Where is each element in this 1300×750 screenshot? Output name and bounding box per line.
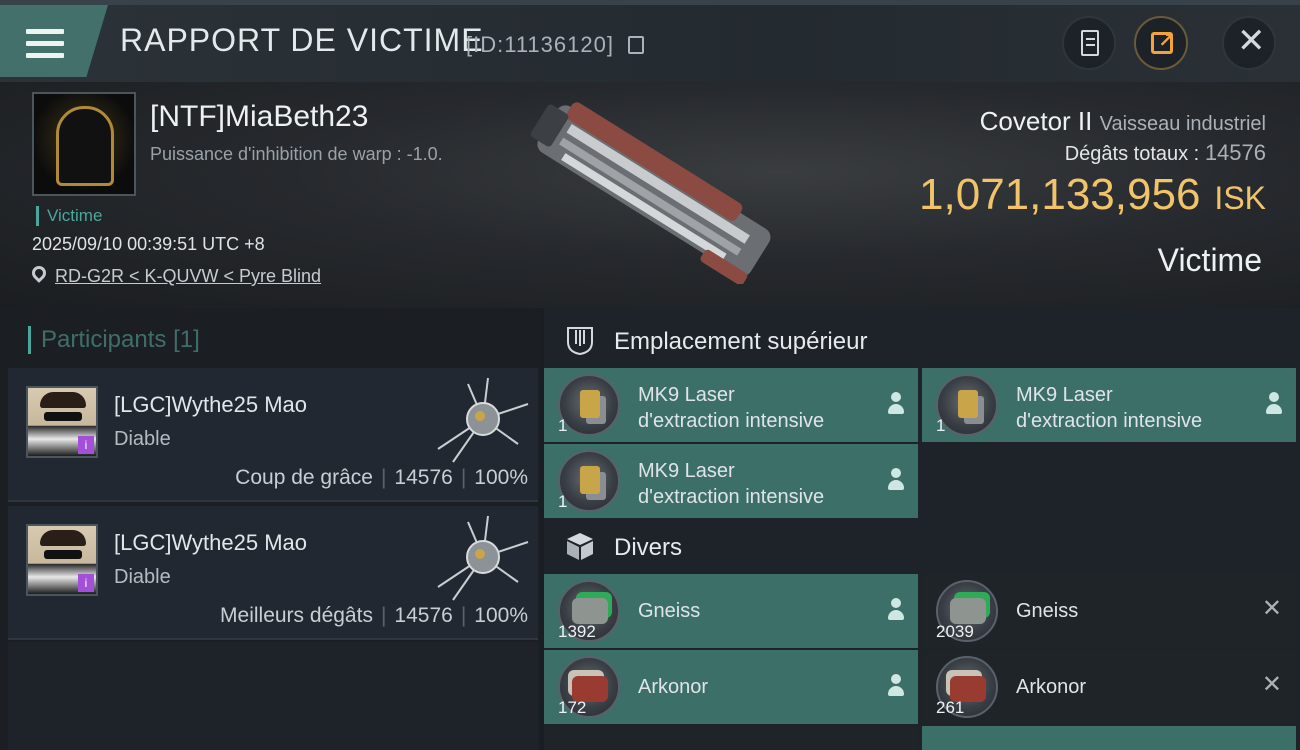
participant-ship: Diable [114,428,171,450]
menu-icon [26,29,64,59]
item-quantity: 1 [558,416,568,435]
cargo-item[interactable]: 2039 Gneiss ✕ [922,574,1296,648]
item-quantity: 1 [936,416,946,435]
ship-name: Covetor II Vaisseau industriel [980,106,1266,137]
participant-role: Meilleurs dégâts [220,604,373,627]
participant-name[interactable]: [LGC]Wythe25 Mao [114,392,307,418]
security-badge-icon: i [78,574,94,592]
report-id: [ID:11136120] [466,32,614,57]
victim-name[interactable]: [NTF]MiaBeth23 [150,100,368,134]
location-link[interactable]: RD-G2R < K-QUVW < Pyre Blind [55,266,321,287]
kill-datetime: 2025/09/10 00:39:51 UTC +8 [32,234,265,254]
menu-button[interactable] [0,5,108,77]
ship-class: Vaisseau industriel [1099,113,1266,135]
x-icon: ✕ [1261,595,1282,622]
isk-value: 1,071,133,956 ISK [919,170,1266,220]
item-name: Arkonor [1016,676,1087,698]
misc-section-header: Divers [544,518,1300,578]
item-quantity: 2039 [936,622,974,641]
cargo-box-icon [567,533,593,560]
item-name: MK9 Laser d'extraction intensive [638,460,825,508]
close-icon: ✕ [1237,22,1266,60]
avatar[interactable]: i [26,524,98,596]
total-damage-label: Dégâts totaux : [1064,143,1200,165]
participant-card[interactable]: i [LGC]Wythe25 Mao Diable Coup de grâce |… [8,368,538,502]
high-slot-icon [567,327,593,356]
participants-heading: Participants [1] [28,326,200,354]
participants-label: Participants [41,326,167,353]
participant-percent: 100% [474,604,528,627]
total-damage-value: 14576 [1204,140,1266,165]
fitting-panel: Emplacement supérieur 1 MK9 Laser d'extra… [544,308,1300,750]
victim-avatar[interactable] [32,92,136,196]
close-button[interactable]: ✕ [1222,16,1276,70]
cargo-item-partial[interactable] [544,726,918,750]
victim-tag: Victime [36,206,102,226]
participant-card[interactable]: i [LGC]Wythe25 Mao Diable Meilleurs dégâ… [8,506,538,640]
item-name: Arkonor [638,676,709,698]
location-pin-icon [29,263,49,283]
ship-type[interactable]: Covetor II [980,106,1093,136]
participant-role: Coup de grâce [235,466,373,489]
participant-damage: 14576 [394,604,453,627]
cargo-item-partial[interactable] [922,726,1296,750]
cargo-item[interactable]: 172 Arkonor [544,650,918,724]
person-icon [888,392,904,416]
copy-icon[interactable] [628,36,644,54]
security-badge-icon: i [78,436,94,454]
notes-button[interactable] [1062,16,1116,70]
share-arrow-icon: ↗ [1158,30,1175,52]
cargo-item[interactable]: 1392 Gneiss [544,574,918,648]
avatar[interactable]: i [26,386,98,458]
item-name: MK9 Laser d'extraction intensive [1016,384,1203,432]
victim-role-label: Victime [1157,242,1262,278]
item-quantity: 1 [558,492,568,511]
participant-stats: Meilleurs dégâts | 14576 | 100% [220,604,528,627]
report-header: RAPPORT DE VICTIME [ID:11136120] ↗ ✕ [0,0,1300,82]
person-icon [888,674,904,698]
share-button[interactable]: ↗ [1134,16,1188,70]
ship-image[interactable] [510,94,800,284]
participant-percent: 100% [474,466,528,489]
header-top-line [0,0,1300,5]
item-name: Gneiss [1016,600,1079,622]
ship-thumbnail-icon[interactable] [428,512,538,602]
misc-title: Divers [614,534,683,561]
person-icon [1266,392,1282,416]
person-icon [888,598,904,622]
cargo-item[interactable]: 261 Arkonor ✕ [922,650,1296,724]
victim-banner: [NTF]MiaBeth23 Puissance d'inhibition de… [0,82,1300,308]
notes-icon [1081,30,1099,56]
participant-stats: Coup de grâce | 14576 | 100% [235,466,528,489]
item-quantity: 261 [936,698,965,717]
item-quantity: 1392 [558,622,596,641]
isk-amount: 1,071,133,956 [919,170,1201,219]
participant-ship: Diable [114,566,171,588]
item-name: MK9 Laser d'extraction intensive [638,384,825,432]
participants-panel: Participants [1] i [LGC]Wythe25 Mao Diab… [0,308,540,750]
fitting-item[interactable]: 1 MK9 Laser d'extraction intensive [544,368,918,442]
x-icon: ✕ [1261,671,1282,698]
item-quantity: 172 [558,698,587,717]
ship-thumbnail-icon[interactable] [428,374,538,464]
total-damage: Dégâts totaux : 14576 [1065,140,1266,166]
warp-strength-text: Puissance d'inhibition de warp : -1.0. [150,144,443,164]
participants-count: [1] [173,326,200,353]
victim-portrait [56,106,114,186]
isk-unit: ISK [1214,180,1266,216]
participant-name[interactable]: [LGC]Wythe25 Mao [114,530,307,556]
high-slot-title: Emplacement supérieur [614,328,868,355]
person-icon [888,468,904,492]
fitting-item[interactable]: 1 MK9 Laser d'extraction intensive [922,368,1296,442]
high-slot-section-header: Emplacement supérieur [544,312,1300,372]
item-name: Gneiss [638,600,701,622]
participant-damage: 14576 [394,466,453,489]
page-title: RAPPORT DE VICTIME [120,22,484,58]
participant-list-filler [8,642,538,750]
fitting-item[interactable]: 1 MK9 Laser d'extraction intensive [544,444,918,518]
